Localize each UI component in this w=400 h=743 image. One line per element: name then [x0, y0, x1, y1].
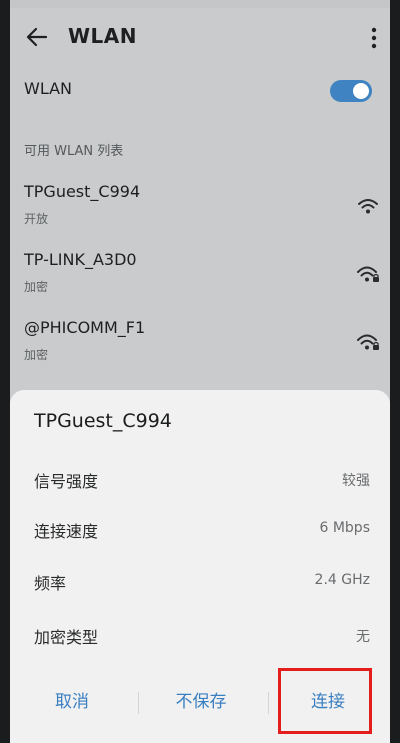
app-bar: WLAN — [10, 10, 390, 66]
detail-label: 连接速度 — [34, 522, 99, 541]
network-item-tpguest[interactable]: TPGuest_C994 开放 — [10, 182, 390, 244]
wifi-locked-icon — [357, 266, 379, 282]
highlight-box — [278, 668, 372, 734]
dialog-title: TPGuest_C994 — [34, 410, 172, 432]
forget-button[interactable]: 不保存 — [160, 688, 242, 716]
detail-row-frequency: 频率 2.4 GHz — [10, 568, 390, 598]
toggle-knob — [353, 83, 369, 99]
network-item-phicomm[interactable]: @PHICOMM_F1 加密 — [10, 318, 390, 380]
wlan-toggle-label: WLAN — [24, 79, 73, 98]
page-title: WLAN — [68, 24, 138, 48]
network-name: TP-LINK_A3D0 — [24, 250, 137, 269]
button-divider — [268, 692, 269, 714]
more-vertical-icon[interactable] — [368, 26, 380, 50]
detail-value: 2.4 GHz — [314, 572, 370, 588]
wlan-toggle-switch[interactable] — [330, 80, 372, 102]
arrow-left-icon[interactable] — [24, 24, 50, 50]
detail-value: 较强 — [342, 473, 370, 489]
detail-row-speed: 连接速度 6 Mbps — [10, 516, 390, 546]
network-security-status: 开放 — [24, 212, 49, 226]
cancel-button[interactable]: 取消 — [32, 688, 112, 716]
detail-row-signal: 信号强度 较强 — [10, 466, 390, 496]
detail-label: 加密类型 — [34, 628, 99, 647]
detail-value: 无 — [356, 629, 370, 645]
network-security-status: 加密 — [24, 280, 49, 294]
network-item-tplink[interactable]: TP-LINK_A3D0 加密 — [10, 250, 390, 312]
network-security-status: 加密 — [24, 348, 49, 362]
detail-label: 信号强度 — [34, 472, 99, 491]
network-detail-dialog: TPGuest_C994 信号强度 较强 连接速度 6 Mbps 频率 2.4 … — [10, 390, 390, 743]
button-divider — [138, 692, 139, 714]
network-name: TPGuest_C994 — [24, 182, 141, 201]
wifi-open-icon — [358, 199, 378, 214]
phone-screen: WLAN WLAN 可用 WLAN 列表 TPGuest_C994 开放 TP-… — [10, 0, 390, 743]
detail-value: 6 Mbps — [319, 520, 370, 536]
detail-label: 频率 — [34, 574, 67, 593]
wlan-toggle-row[interactable]: WLAN — [10, 66, 390, 116]
network-list-header: 可用 WLAN 列表 — [24, 144, 124, 159]
status-bar — [10, 0, 390, 8]
network-name: @PHICOMM_F1 — [24, 318, 146, 337]
detail-row-encryption: 加密类型 无 — [10, 622, 390, 652]
wifi-locked-icon — [357, 334, 379, 350]
